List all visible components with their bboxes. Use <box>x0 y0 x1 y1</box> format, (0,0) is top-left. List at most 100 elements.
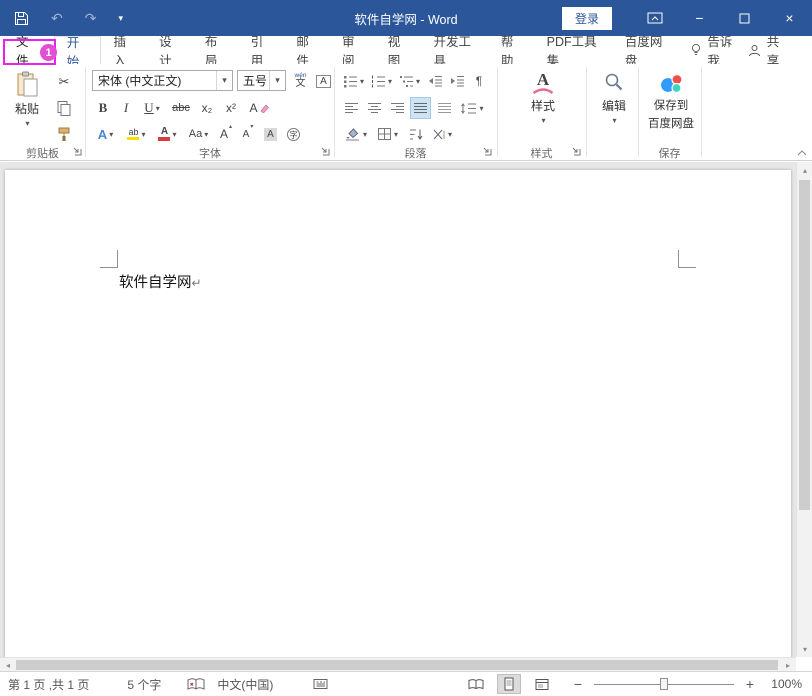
text-effects-button[interactable]: A ▾ <box>92 123 119 145</box>
scroll-up-button[interactable]: ▴ <box>797 164 812 176</box>
tab-view[interactable]: 视图 <box>376 36 422 64</box>
input-mode-icon[interactable] <box>313 678 328 690</box>
horizontal-scrollbar[interactable]: ◂ ▸ <box>0 657 796 671</box>
zoom-slider-thumb[interactable] <box>660 678 668 690</box>
close-button[interactable]: × <box>767 0 812 36</box>
shading-button[interactable]: ▾ <box>341 123 370 145</box>
horizontal-scrollbar-thumb[interactable] <box>16 660 778 670</box>
scroll-right-button[interactable]: ▸ <box>782 658 794 672</box>
ribbon-tab-row: 文件 开始 插入 设计 布局 引用 邮件 审阅 视图 开发工具 帮助 PDF工具… <box>0 36 812 64</box>
tab-mailings[interactable]: 邮件 <box>284 36 330 64</box>
paste-button[interactable]: 粘贴 ▾ <box>6 68 48 144</box>
scroll-down-button[interactable]: ▾ <box>797 643 812 655</box>
proofing-status-icon[interactable] <box>187 678 205 691</box>
distributed-button[interactable] <box>434 97 455 119</box>
tab-layout[interactable]: 布局 <box>193 36 239 64</box>
web-layout-button[interactable] <box>530 674 554 694</box>
chevron-down-icon[interactable]: ▾ <box>269 71 285 90</box>
enclose-characters-button[interactable]: 字 <box>283 123 304 145</box>
zoom-level[interactable]: 100% <box>766 677 802 691</box>
share-button[interactable]: 共享 <box>748 36 812 64</box>
clear-formatting-button[interactable]: A <box>246 97 272 119</box>
align-left-button[interactable] <box>341 97 362 119</box>
align-center-button[interactable] <box>364 97 385 119</box>
document-text-line[interactable]: 软件自学网↵ <box>119 271 202 292</box>
tab-help[interactable]: 帮助 <box>489 36 535 64</box>
superscript-button[interactable]: x² <box>220 97 242 119</box>
grow-font-button[interactable]: A ▴ <box>216 123 236 145</box>
tab-insert[interactable]: 插入 <box>101 36 147 64</box>
maximize-button[interactable] <box>722 0 767 36</box>
paragraph-dialog-launcher[interactable] <box>482 146 493 157</box>
editing-button[interactable]: 编辑 ▾ <box>592 68 636 144</box>
styles-dialog-launcher[interactable] <box>571 146 582 157</box>
sort-button[interactable] <box>405 123 427 145</box>
font-size-combo[interactable]: 五号 ▾ <box>237 70 286 91</box>
font-dialog-launcher[interactable] <box>320 146 331 157</box>
character-shading-button[interactable]: A <box>260 123 281 145</box>
asian-layout-button[interactable]: ▾ <box>429 123 455 145</box>
copy-button[interactable] <box>50 97 78 119</box>
tab-home[interactable]: 开始 <box>54 36 102 64</box>
align-right-button[interactable] <box>387 97 408 119</box>
minimize-button[interactable]: − <box>677 0 722 36</box>
print-layout-button[interactable] <box>497 674 521 694</box>
save-icon[interactable] <box>14 11 29 26</box>
font-color-button[interactable]: A ▾ <box>154 123 181 145</box>
tab-review[interactable]: 审阅 <box>330 36 376 64</box>
tab-pdf-tools[interactable]: PDF工具集 <box>535 36 613 64</box>
shrink-font-button[interactable]: A ▾ <box>238 123 258 145</box>
phonetic-guide-button[interactable]: wén文 <box>290 70 311 92</box>
document-page[interactable]: 软件自学网↵ <box>5 170 791 657</box>
zoom-in-button[interactable]: + <box>743 676 757 692</box>
zoom-out-button[interactable]: − <box>571 676 585 692</box>
text-highlight-button[interactable]: ab ▾ <box>122 123 151 145</box>
multilevel-list-button[interactable]: ▾ <box>397 70 422 92</box>
styles-button[interactable]: A 样式 ▾ <box>520 68 566 144</box>
increase-indent-button[interactable] <box>447 70 467 92</box>
justify-button[interactable] <box>410 97 431 119</box>
vertical-scrollbar[interactable]: ▴ ▾ <box>796 162 812 657</box>
tab-references[interactable]: 引用 <box>239 36 285 64</box>
format-painter-button[interactable] <box>50 123 78 145</box>
undo-icon[interactable]: ↶ <box>51 11 63 25</box>
ribbon-display-options-button[interactable] <box>632 0 677 36</box>
borders-button[interactable]: ▾ <box>373 123 402 145</box>
group-divider <box>334 67 335 157</box>
word-count-status[interactable]: 5 个字 <box>127 676 161 693</box>
clipboard-dialog-launcher[interactable] <box>72 146 83 157</box>
font-name-combo[interactable]: 宋体 (中文正文) ▾ <box>92 70 233 91</box>
language-status[interactable]: 中文(中国) <box>217 676 273 693</box>
vertical-scrollbar-thumb[interactable] <box>799 180 810 510</box>
bold-button[interactable]: B <box>92 97 114 119</box>
numbering-button[interactable]: ▾ <box>369 70 394 92</box>
strikethrough-button[interactable]: abc <box>168 97 194 119</box>
redo-icon[interactable]: ↷ <box>85 11 97 25</box>
document-area[interactable]: 软件自学网↵ <box>0 162 796 657</box>
customize-qat-icon[interactable]: ▾ <box>118 14 123 23</box>
read-mode-button[interactable] <box>464 674 488 694</box>
tell-me-button[interactable]: 告诉我 <box>680 36 747 64</box>
chevron-down-icon[interactable]: ▾ <box>216 71 232 90</box>
italic-button[interactable]: I <box>116 97 136 119</box>
tab-design[interactable]: 设计 <box>147 36 193 64</box>
zoom-slider[interactable] <box>594 684 734 685</box>
sign-in-button[interactable]: 登录 <box>562 7 612 30</box>
page-number-status[interactable]: 第 1 页 ,共 1 页 <box>8 676 89 693</box>
lightbulb-icon <box>690 43 702 57</box>
tab-baidu-netdisk[interactable]: 百度网盘 <box>613 36 680 64</box>
change-case-button[interactable]: Aa ▾ <box>184 123 213 145</box>
line-spacing-button[interactable]: ▾ <box>458 97 486 119</box>
save-to-baidu-netdisk-button[interactable]: 保存到 百度网盘 <box>642 68 700 144</box>
decrease-indent-button[interactable] <box>425 70 445 92</box>
underline-button[interactable]: U ▾ <box>138 97 166 119</box>
cut-button[interactable]: ✂ <box>50 71 78 93</box>
grow-font-label: A <box>220 127 228 141</box>
subscript-button[interactable]: x₂ <box>196 97 218 119</box>
show-hide-marks-button[interactable]: ¶ <box>469 70 489 92</box>
bullets-button[interactable]: ▾ <box>341 70 366 92</box>
scroll-left-button[interactable]: ◂ <box>2 658 14 672</box>
tab-developer[interactable]: 开发工具 <box>421 36 488 64</box>
collapse-ribbon-button[interactable] <box>794 145 810 159</box>
character-border-button[interactable]: A <box>313 70 334 92</box>
